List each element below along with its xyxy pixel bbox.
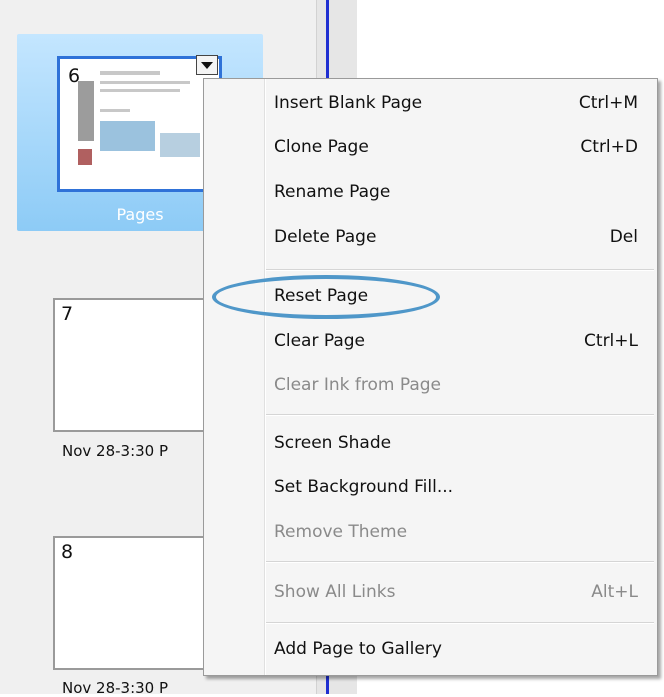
thumbnail-content xyxy=(100,89,180,92)
menu-item-label: Set Background Fill... xyxy=(274,477,454,497)
menu-item-insert-blank-page[interactable]: Insert Blank Page Ctrl+M xyxy=(268,81,654,125)
highlight-ring-annotation xyxy=(212,275,440,319)
menu-item-label: Clear Page xyxy=(274,331,366,351)
menu-item-rename-page[interactable]: Rename Page xyxy=(268,170,654,214)
menu-separator xyxy=(266,269,654,271)
page-menu-dropdown-button[interactable] xyxy=(196,55,218,75)
menu-item-set-background-fill[interactable]: Set Background Fill... xyxy=(268,465,654,509)
page-label: Nov 28-3:30 P xyxy=(62,679,169,697)
menu-item-delete-page[interactable]: Delete Page Del xyxy=(268,215,654,259)
menu-item-label: Show All Links xyxy=(274,582,396,602)
menu-item-screen-shade[interactable]: Screen Shade xyxy=(268,421,654,465)
menu-item-label: Clone Page xyxy=(274,137,369,157)
menu-item-shortcut: Alt+L xyxy=(591,582,638,602)
page-number: 8 xyxy=(61,541,74,563)
thumbnail-content xyxy=(100,121,155,151)
menu-item-clear-page[interactable]: Clear Page Ctrl+L xyxy=(268,319,654,363)
menu-item-shortcut: Ctrl+D xyxy=(580,137,638,157)
page-label: Nov 28-3:30 P xyxy=(62,442,169,460)
menu-item-label: Insert Blank Page xyxy=(274,93,423,113)
page-context-menu: Insert Blank Page Ctrl+M Clone Page Ctrl… xyxy=(203,78,658,676)
menu-item-label: Clear Ink from Page xyxy=(274,375,442,395)
menu-item-shortcut: Del xyxy=(609,227,638,247)
menu-item-shortcut: Ctrl+L xyxy=(584,331,638,351)
menu-item-label: Remove Theme xyxy=(274,522,408,542)
menu-separator xyxy=(266,622,654,624)
menu-item-remove-theme[interactable]: Remove Theme xyxy=(268,510,654,554)
thumbnail-content xyxy=(78,81,94,141)
page-number: 7 xyxy=(61,303,74,325)
menu-separator xyxy=(266,414,654,416)
menu-item-label: Rename Page xyxy=(274,182,391,202)
thumbnail-content xyxy=(160,133,200,157)
menu-item-add-page-to-gallery[interactable]: Add Page to Gallery xyxy=(268,627,654,671)
menu-separator xyxy=(266,561,654,563)
menu-item-label: Delete Page xyxy=(274,227,377,247)
page-thumbnail-6[interactable]: 6 xyxy=(57,56,222,192)
menu-item-shortcut: Ctrl+M xyxy=(578,93,638,113)
menu-item-label: Screen Shade xyxy=(274,433,392,453)
page-thumbnail-8[interactable]: 8 xyxy=(53,536,223,670)
menu-item-clear-ink-from-page[interactable]: Clear Ink from Page xyxy=(268,363,654,407)
thumbnail-content xyxy=(100,81,190,84)
menu-item-show-all-links[interactable]: Show All Links Alt+L xyxy=(268,570,654,614)
thumbnail-content xyxy=(100,71,160,75)
page-thumbnail-7[interactable]: 7 xyxy=(53,298,223,432)
menu-item-label: Add Page to Gallery xyxy=(274,639,442,659)
menu-icon-gutter xyxy=(264,79,266,675)
thumbnail-content xyxy=(100,109,130,112)
menu-item-clone-page[interactable]: Clone Page Ctrl+D xyxy=(268,125,654,169)
thumbnail-content xyxy=(78,149,92,165)
